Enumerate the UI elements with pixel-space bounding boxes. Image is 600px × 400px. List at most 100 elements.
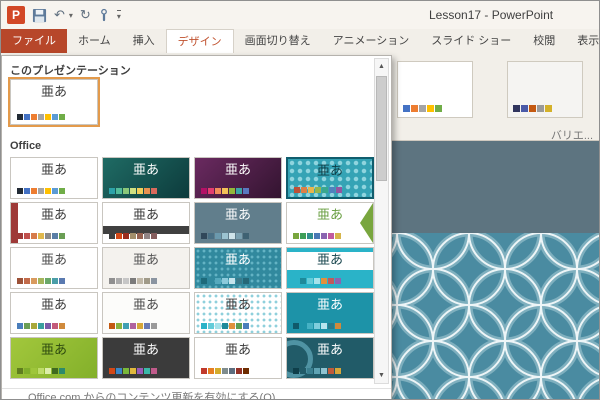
theme-thumbnail[interactable]: 亜あ bbox=[194, 292, 282, 334]
theme-sample-text: 亜あ bbox=[195, 162, 281, 177]
theme-thumbnail[interactable]: 亜あ bbox=[102, 157, 190, 199]
color-swatch bbox=[52, 114, 58, 120]
theme-color-swatches bbox=[201, 278, 249, 284]
scroll-up-icon[interactable]: ▲ bbox=[375, 59, 388, 74]
theme-thumbnail[interactable]: 亜あ bbox=[286, 157, 374, 199]
theme-thumbnail[interactable]: 亜あ bbox=[10, 292, 98, 334]
tab-review[interactable]: 校閲 bbox=[522, 29, 566, 53]
color-swatch bbox=[236, 233, 242, 239]
color-swatch bbox=[130, 233, 136, 239]
color-swatch bbox=[335, 368, 341, 374]
color-swatch bbox=[336, 187, 342, 193]
scrollbar-thumb[interactable] bbox=[376, 76, 387, 181]
color-swatch bbox=[31, 114, 37, 120]
tab-animations[interactable]: アニメーション bbox=[322, 29, 421, 53]
color-swatch bbox=[45, 278, 51, 284]
theme-color-swatches bbox=[17, 188, 65, 194]
theme-thumbnail[interactable]: 亜あ bbox=[10, 79, 98, 125]
color-swatch bbox=[109, 278, 115, 284]
undo-dropdown-icon[interactable]: ▾ bbox=[69, 11, 73, 20]
gallery-scrollbar[interactable]: ▲ ▼ bbox=[374, 58, 389, 384]
quick-access-toolbar: P ↶ ▾ ↻ ▾ bbox=[7, 5, 121, 25]
color-swatch bbox=[17, 323, 23, 329]
color-swatch bbox=[222, 188, 228, 194]
color-swatch bbox=[321, 368, 327, 374]
scroll-down-icon[interactable]: ▼ bbox=[375, 368, 388, 383]
color-swatch bbox=[335, 323, 341, 329]
theme-sample-text: 亜あ bbox=[287, 207, 373, 222]
theme-thumbnail[interactable]: 亜あ bbox=[10, 247, 98, 289]
color-swatch bbox=[17, 278, 23, 284]
touch-mode-icon[interactable] bbox=[98, 8, 110, 23]
redo-icon[interactable]: ↻ bbox=[80, 6, 91, 24]
theme-thumbnail[interactable]: 亜あ bbox=[10, 157, 98, 199]
powerpoint-window: P ↶ ▾ ↻ ▾ Lesson17 - PowerPoint ファイル ホーム… bbox=[0, 0, 600, 400]
tab-design[interactable]: デザイン bbox=[166, 29, 234, 53]
theme-sample-text: 亜あ bbox=[11, 207, 97, 222]
theme-thumbnail[interactable]: 亜あ bbox=[102, 292, 190, 334]
theme-thumbnail[interactable]: 亜あ bbox=[10, 337, 98, 379]
undo-icon[interactable]: ↶ bbox=[54, 6, 65, 24]
color-swatch bbox=[45, 368, 51, 374]
color-swatch bbox=[208, 278, 214, 284]
color-swatch bbox=[300, 323, 306, 329]
color-swatch bbox=[435, 105, 442, 112]
variant-thumbnail[interactable] bbox=[507, 61, 583, 118]
color-swatch bbox=[109, 323, 115, 329]
theme-thumbnail[interactable]: 亜あ bbox=[286, 292, 374, 334]
color-swatch bbox=[31, 233, 37, 239]
theme-sample-text: 亜あ bbox=[11, 297, 97, 312]
theme-color-swatches bbox=[17, 233, 65, 239]
tab-insert[interactable]: 挿入 bbox=[122, 29, 166, 53]
qat-customize-icon[interactable]: ▾ bbox=[117, 10, 121, 21]
theme-thumbnail[interactable]: 亜あ bbox=[286, 247, 374, 289]
color-swatch bbox=[109, 188, 115, 194]
color-swatch bbox=[427, 105, 434, 112]
color-swatch bbox=[130, 323, 136, 329]
color-swatch bbox=[236, 323, 242, 329]
save-icon[interactable] bbox=[32, 8, 47, 23]
tab-home[interactable]: ホーム bbox=[67, 29, 122, 53]
theme-color-swatches bbox=[17, 114, 65, 120]
tab-file[interactable]: ファイル bbox=[1, 29, 67, 53]
color-swatch bbox=[229, 278, 235, 284]
theme-thumbnail[interactable]: 亜あ bbox=[10, 202, 98, 244]
color-swatch bbox=[215, 278, 221, 284]
theme-thumbnail[interactable]: 亜あ bbox=[102, 247, 190, 289]
color-swatch bbox=[314, 368, 320, 374]
theme-sample-text: 亜あ bbox=[287, 297, 373, 312]
theme-thumbnail[interactable]: 亜あ bbox=[194, 202, 282, 244]
section-label-current: このプレゼンテーション bbox=[10, 62, 131, 78]
tab-transitions[interactable]: 画面切り替え bbox=[234, 29, 322, 53]
powerpoint-app-icon[interactable]: P bbox=[7, 6, 25, 24]
tab-view[interactable]: 表示 bbox=[566, 29, 599, 53]
color-swatch bbox=[208, 368, 214, 374]
theme-thumbnail[interactable]: 亜あ bbox=[102, 337, 190, 379]
color-swatch bbox=[293, 323, 299, 329]
color-swatch bbox=[545, 105, 552, 112]
color-swatch bbox=[208, 233, 214, 239]
theme-thumbnail[interactable]: 亜あ bbox=[194, 157, 282, 199]
theme-sample-text: 亜あ bbox=[103, 207, 189, 222]
color-swatch bbox=[201, 368, 207, 374]
theme-sample-text: 亜あ bbox=[287, 252, 373, 267]
theme-thumbnail[interactable]: 亜あ bbox=[194, 247, 282, 289]
theme-sample-text: 亜あ bbox=[11, 84, 97, 99]
theme-thumbnail[interactable]: 亜あ bbox=[102, 202, 190, 244]
color-swatch bbox=[321, 278, 327, 284]
theme-thumbnail[interactable]: 亜あ bbox=[194, 337, 282, 379]
color-swatch bbox=[24, 188, 30, 194]
color-swatch bbox=[521, 105, 528, 112]
office-themes-grid: 亜あ亜あ亜あ亜あ亜あ亜あ亜あ亜あ亜あ亜あ亜あ亜あ亜あ亜あ亜あ亜あ亜あ亜あ亜あ亜あ bbox=[10, 157, 374, 379]
menu-item-office-com-updates[interactable]: Office.com からのコンテンツ更新を有効にする(O)... bbox=[2, 388, 391, 400]
variant-thumbnail[interactable] bbox=[397, 61, 473, 118]
theme-thumbnail[interactable]: 亜あ bbox=[286, 337, 374, 379]
theme-thumbnail[interactable]: 亜あ bbox=[286, 202, 374, 244]
color-swatch bbox=[17, 368, 23, 374]
color-swatch bbox=[31, 323, 37, 329]
tab-slideshow[interactable]: スライド ショー bbox=[420, 29, 522, 53]
color-swatch bbox=[109, 233, 115, 239]
theme-sample-text: 亜あ bbox=[195, 297, 281, 312]
color-swatch bbox=[52, 368, 58, 374]
titlebar: P ↶ ▾ ↻ ▾ Lesson17 - PowerPoint bbox=[1, 1, 599, 29]
